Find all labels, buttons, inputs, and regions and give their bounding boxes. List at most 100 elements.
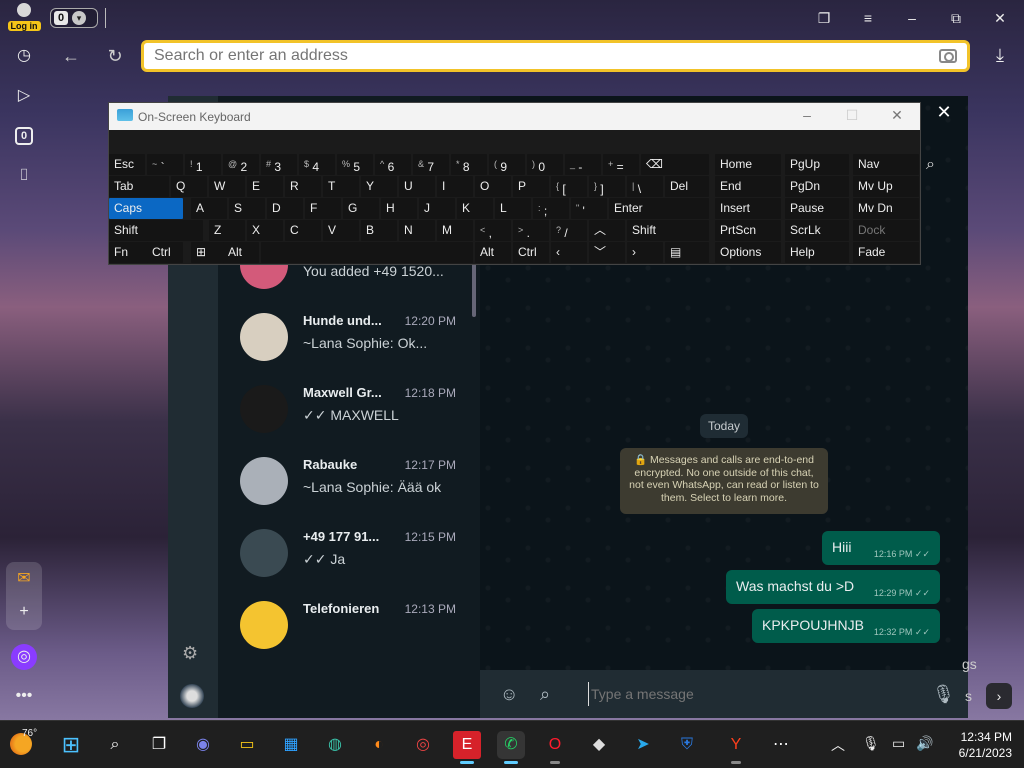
start-icon[interactable]: ⊞ [57,731,85,759]
osk-key[interactable]: U [399,176,435,197]
osk-key[interactable]: Shift [627,220,709,241]
chat-list-scrollbar[interactable] [472,262,476,317]
osk-close-button[interactable]: ✕ [887,107,907,124]
osk-key[interactable]: P [513,176,549,197]
osk-key[interactable]: Tab [109,176,169,197]
minimize-button[interactable]: – [902,8,922,28]
osk-key[interactable]: ! 1 [185,154,221,175]
osk-key[interactable]: ⊞ [191,242,227,263]
osk-key[interactable]: Insert [715,198,781,219]
whatsapp-icon[interactable]: ✆ [497,731,525,764]
bookmark-icon[interactable]: ❐ [814,8,834,28]
overflow-icon[interactable]: ⋯ [767,731,795,759]
osk-key[interactable]: Z [209,220,245,241]
address-input[interactable] [154,47,939,65]
network-icon[interactable]: ▭ [892,735,905,752]
more-icon[interactable]: ••• [12,684,36,708]
osk-key[interactable]: $ 4 [299,154,335,175]
osk-key[interactable]: O [475,176,511,197]
osk-key[interactable]: › [627,242,663,263]
osk-key[interactable]: ⌫ [641,154,709,175]
osk-key[interactable]: ︿ [589,220,625,241]
reload-icon[interactable]: ↻ [104,45,126,67]
osk-key[interactable]: Dock [853,220,919,241]
volume-icon[interactable]: 🔊 [916,735,933,752]
add-icon[interactable]: + [12,600,36,624]
message-bubble[interactable]: Hiii 12:16 PM ✓✓ [822,531,940,565]
osk-key[interactable]: D [267,198,303,219]
osk-key[interactable]: " ' [571,198,607,219]
osk-key[interactable]: ( 9 [489,154,525,175]
osk-maximize-button[interactable]: ☐ [842,107,862,124]
osk-key[interactable]: Mv Up [853,176,919,197]
edge-icon[interactable]: ◍ [321,731,349,759]
osk-key[interactable]: W [209,176,245,197]
osk-key[interactable]: Y [361,176,397,197]
osk-key[interactable]: X [247,220,283,241]
yandex-browser-icon[interactable]: Y [722,731,750,764]
close-button[interactable]: ✕ [990,8,1010,28]
osk-key[interactable]: End [715,176,781,197]
chat-row[interactable]: Rabauke 12:17 PM ~Lana Sophie: Äää ok [226,447,472,515]
firefox-icon[interactable]: ◐ [365,731,393,759]
play-icon[interactable]: ▷ [12,84,36,108]
osk-key[interactable]: Del [665,176,709,197]
osk-key[interactable]: _ - [565,154,601,175]
osk-key[interactable]: Ctrl [513,242,549,263]
osk-minimize-button[interactable]: – [797,107,817,123]
osk-key[interactable]: + = [603,154,639,175]
message-bubble[interactable]: KPKPOUJHNJB 12:32 PM ✓✓ [752,609,940,643]
chat-row[interactable]: +49 177 91... 12:15 PM ✓✓ Ja [226,519,472,587]
osk-key[interactable]: Enter [609,198,709,219]
osk-key[interactable]: Fade [853,242,919,263]
osk-key[interactable]: S [229,198,265,219]
restore-button[interactable]: ⧉ [946,8,966,28]
osk-key[interactable]: Esc [109,154,145,175]
attach-icon[interactable]: ⌕ [540,684,550,705]
teams-icon[interactable]: ◉ [189,731,217,759]
osk-key[interactable]: } ] [589,176,625,197]
osk-key[interactable]: * 8 [451,154,487,175]
encryption-note[interactable]: 🔒 Messages and calls are end-to-end encr… [620,448,828,514]
osk-key[interactable]: < , [475,220,511,241]
store-icon[interactable]: ▦ [277,731,305,759]
osk-key[interactable]: ~ ` [147,154,183,175]
osk-key[interactable]: @ 2 [223,154,259,175]
osk-key[interactable]: ‹ [551,242,587,263]
osk-key[interactable]: > . [513,220,549,241]
file-explorer-icon[interactable]: ▭ [233,731,261,759]
shield-icon[interactable]: ⛨ [673,731,701,759]
osk-key[interactable]: ^ 6 [375,154,411,175]
espn-icon[interactable]: E [453,731,481,764]
tabs-icon[interactable]: 0 [15,127,33,145]
osk-key[interactable]: L [495,198,531,219]
back-icon[interactable]: ← [60,45,82,67]
camera-search-icon[interactable] [939,49,957,63]
osk-key[interactable]: C [285,220,321,241]
osk-key[interactable] [261,242,473,263]
osk-key[interactable]: Q [171,176,207,197]
osk-key[interactable]: | \ [627,176,663,197]
osk-key[interactable]: ﹀ [589,242,625,263]
osk-key[interactable]: N [399,220,435,241]
osk-key[interactable]: Options [715,242,781,263]
osk-key[interactable]: PrtScn [715,220,781,241]
login-button[interactable]: Log in [6,3,42,33]
alice-icon[interactable]: ◎ [11,644,37,670]
osk-key[interactable]: Nav [853,154,919,175]
osk-key[interactable]: G [343,198,379,219]
next-button[interactable]: › [986,683,1012,709]
osk-key[interactable]: Home [715,154,781,175]
osk-key[interactable]: B [361,220,397,241]
osk-key[interactable]: { [ [551,176,587,197]
osk-key[interactable]: ) 0 [527,154,563,175]
osk-key[interactable]: K [457,198,493,219]
osk-key[interactable]: M [437,220,473,241]
search-taskbar-icon[interactable]: ⌕ [101,731,129,759]
settings-icon[interactable]: ⚙ [182,643,198,664]
task-view-icon[interactable]: ❐ [145,731,173,759]
osk-key[interactable]: ? / [551,220,587,241]
osk-key[interactable]: Alt [475,242,511,263]
roblox-icon[interactable]: ◆ [585,731,613,759]
mail-icon[interactable]: ✉ [12,567,36,591]
